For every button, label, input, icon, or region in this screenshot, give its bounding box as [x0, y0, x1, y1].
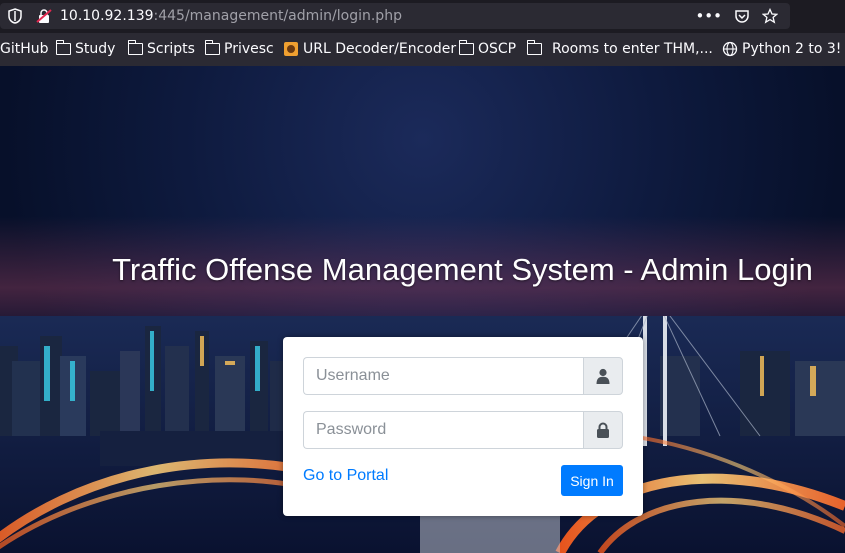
login-card: Go to Portal Sign In: [283, 337, 643, 516]
bookmark-privesc[interactable]: Privesc: [204, 40, 274, 57]
go-to-portal-link[interactable]: Go to Portal: [303, 467, 388, 485]
lock-icon: [583, 411, 623, 449]
folder-icon: [458, 40, 474, 55]
folder-icon: [127, 40, 143, 55]
url-path: :445/management/admin/login.php: [153, 8, 402, 24]
folder-icon: [55, 40, 71, 55]
bookmark-label: OSCP: [478, 41, 517, 57]
password-input[interactable]: [303, 411, 584, 449]
url-host: 10.10.92.139: [60, 8, 154, 24]
bookmark-github[interactable]: GitHub: [0, 41, 49, 57]
bookmark-study[interactable]: Study: [55, 40, 116, 57]
sign-in-button[interactable]: Sign In: [561, 465, 623, 496]
bookmark-scripts[interactable]: Scripts: [127, 40, 195, 57]
url-text[interactable]: 10.10.92.139:445/management/admin/login.…: [60, 8, 402, 24]
folder-icon: [204, 40, 220, 55]
bookmark-url-decoder[interactable]: URL Decoder/Encoder: [283, 41, 456, 57]
username-input[interactable]: [303, 357, 584, 395]
bookmark-oscp[interactable]: OSCP: [458, 40, 517, 57]
insecure-lock-icon[interactable]: [36, 8, 52, 24]
user-icon: [583, 357, 623, 395]
password-group: [303, 411, 623, 449]
bookmark-label: Rooms to enter THM,...: [552, 41, 713, 57]
browser-toolbar: 10.10.92.139:445/management/admin/login.…: [0, 0, 845, 33]
page-title: Traffic Offense Management System - Admi…: [112, 252, 813, 287]
bookmark-python[interactable]: Python 2 to 3!: [722, 41, 841, 57]
bookmark-label: GitHub: [0, 41, 49, 57]
bookmark-rooms[interactable]: Rooms to enter THM,...: [526, 40, 713, 57]
username-group: [303, 357, 623, 395]
bookmark-label: Scripts: [147, 41, 195, 57]
bookmarks-bar: GitHub Study Scripts Privesc URL Decoder…: [0, 33, 845, 66]
address-bar[interactable]: 10.10.92.139:445/management/admin/login.…: [0, 3, 790, 29]
pocket-icon[interactable]: [734, 8, 750, 24]
login-page-background: Traffic Offense Management System - Admi…: [0, 66, 845, 553]
more-icon[interactable]: •••: [695, 7, 722, 25]
bookmark-label: Privesc: [224, 41, 274, 57]
bookmark-label: Study: [75, 41, 116, 57]
bookmark-label: URL Decoder/Encoder: [303, 41, 457, 57]
site-icon: [284, 42, 298, 56]
bookmark-label: Python 2 to 3!: [742, 41, 842, 57]
folder-icon: [526, 40, 542, 55]
star-icon[interactable]: [762, 8, 778, 24]
globe-icon: [722, 41, 738, 57]
shield-icon[interactable]: [8, 8, 22, 24]
